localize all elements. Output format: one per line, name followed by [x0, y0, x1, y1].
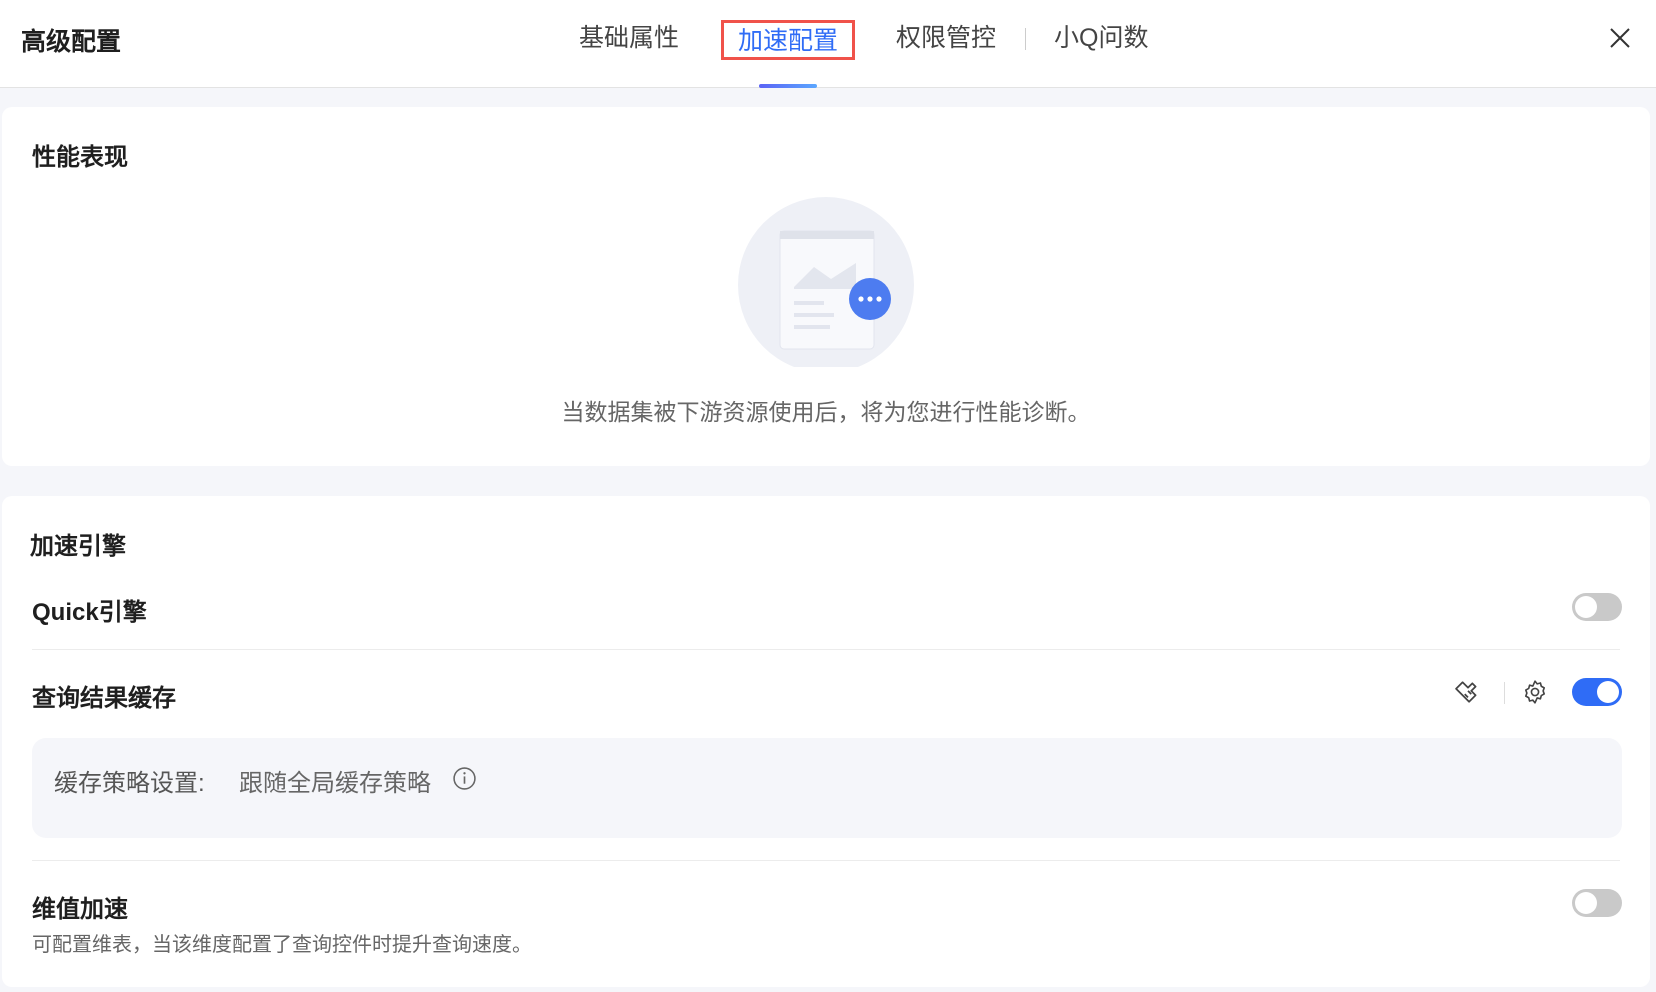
performance-card: 性能表现 当数据集被下游资源使用后，将为您进行性能诊断。	[2, 107, 1650, 466]
quick-engine-toggle[interactable]	[1572, 593, 1622, 621]
page-title: 高级配置	[21, 28, 122, 56]
empty-state-text: 当数据集被下游资源使用后，将为您进行性能诊断。	[561, 399, 1091, 425]
acceleration-title: 加速引擎	[30, 533, 126, 560]
query-cache-toggle[interactable]	[1572, 678, 1622, 706]
dimension-acceleration-toggle[interactable]	[1572, 889, 1622, 917]
divider	[32, 860, 1620, 861]
divider	[32, 649, 1620, 650]
active-tab-indicator	[759, 84, 817, 88]
clear-cache-brush-icon[interactable]	[1455, 679, 1481, 705]
tab-acceleration-config[interactable]: 加速配置	[721, 20, 856, 60]
acceleration-card: 加速引擎 Quick引擎 查询结果缓存 缓存策略设置: 跟随全局缓存策略 维值加…	[2, 496, 1650, 987]
close-icon[interactable]	[1606, 24, 1634, 52]
dimension-acceleration-label: 维值加速	[32, 896, 128, 923]
empty-illustration-icon	[738, 197, 914, 367]
cache-strategy-label: 缓存策略设置:	[54, 770, 205, 797]
tab-xiaoq-ask[interactable]: 小Q问数	[1054, 20, 1148, 60]
header: 高级配置 基础属性 加速配置 权限管控 小Q问数	[0, 0, 1656, 88]
cache-strategy-panel: 缓存策略设置: 跟随全局缓存策略	[32, 738, 1622, 838]
quick-engine-label: Quick引擎	[32, 599, 147, 626]
performance-title: 性能表现	[32, 144, 128, 171]
icon-divider	[1504, 682, 1505, 704]
gear-icon[interactable]	[1522, 679, 1548, 705]
cache-strategy-value: 跟随全局缓存策略	[239, 770, 431, 797]
info-icon[interactable]	[452, 766, 477, 791]
tab-basic-properties[interactable]: 基础属性	[579, 20, 679, 60]
tab-permission-control[interactable]: 权限管控	[896, 20, 996, 60]
query-cache-label: 查询结果缓存	[32, 685, 176, 712]
dimension-acceleration-description: 可配置维表，当该维度配置了查询控件时提升查询速度。	[32, 934, 532, 956]
tab-divider	[1025, 28, 1026, 50]
